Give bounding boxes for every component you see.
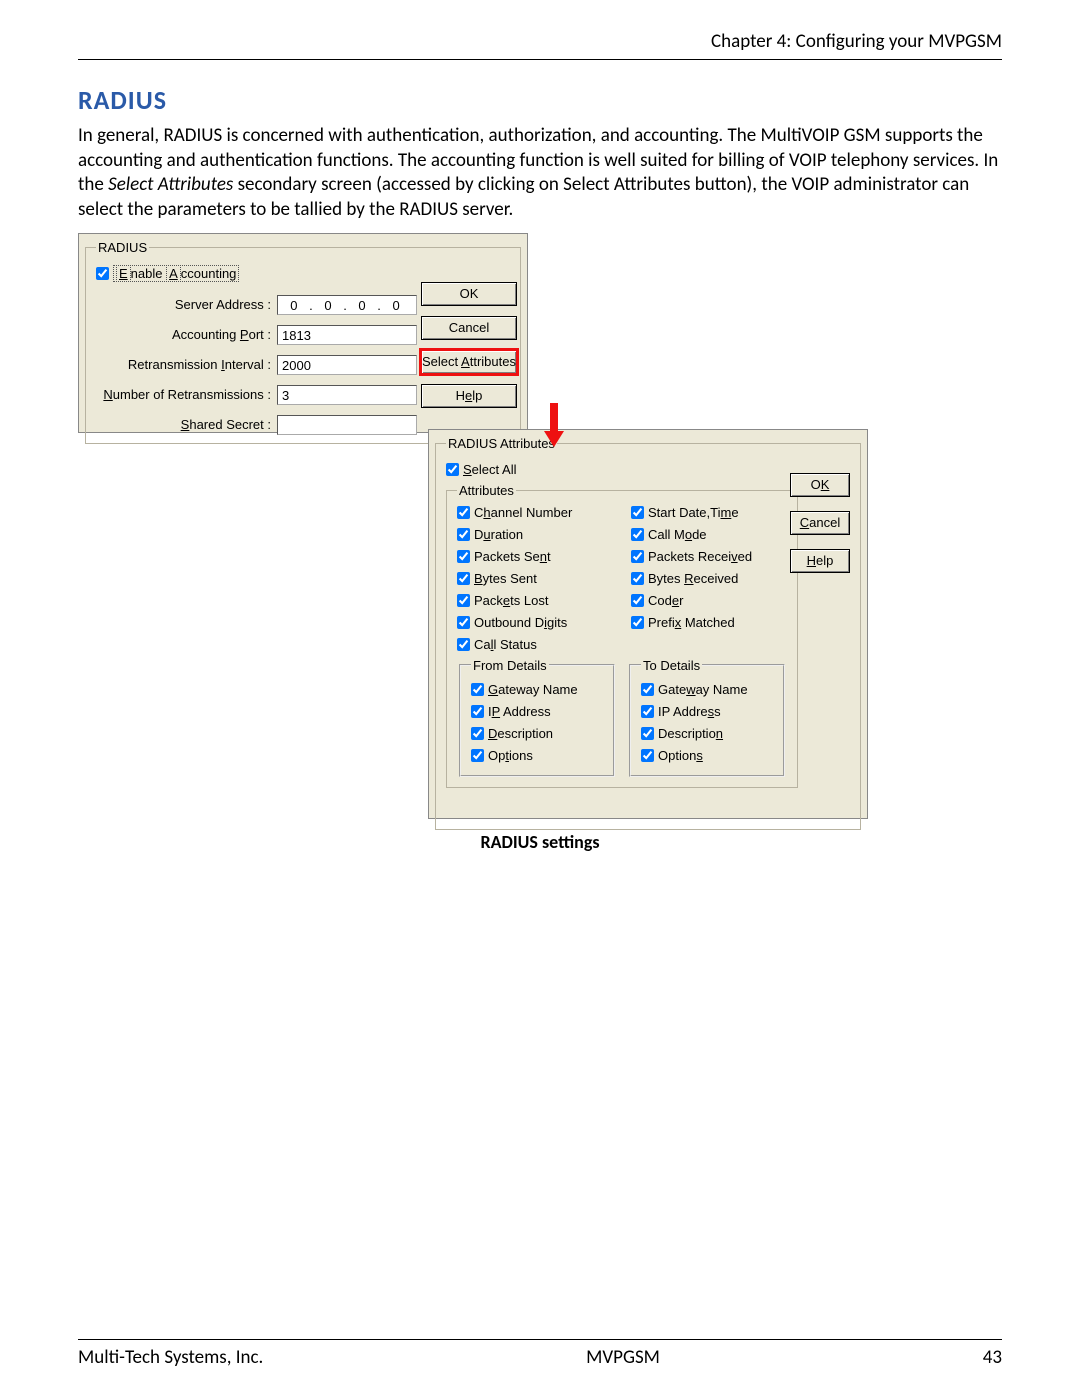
shared-secret-input[interactable] — [277, 415, 417, 435]
from-gateway-name[interactable]: Gateway Name — [471, 679, 603, 701]
from-details-group: From Details Gateway Name IP Address Des… — [459, 658, 615, 777]
chk-prefix-matched[interactable]: Prefix Matched — [631, 612, 787, 634]
cancel-button[interactable]: Cancel — [421, 316, 517, 340]
retrans-interval-label: Retransmission Interval : — [96, 357, 277, 372]
radius-legend: RADIUS — [96, 240, 149, 255]
chk-packets-received[interactable]: Packets Received — [631, 546, 787, 568]
chk-packets-sent[interactable]: Packets Sent — [457, 546, 613, 568]
red-arrow-icon — [544, 403, 564, 449]
figure-caption: RADIUS settings — [78, 831, 1002, 853]
select-all-input[interactable] — [446, 463, 459, 476]
attributes-right-col: Start Date,Time Call Mode Packets Receiv… — [631, 502, 787, 656]
to-details-legend: To Details — [641, 658, 702, 673]
attributes-panel-legend: RADIUS Attributes — [446, 436, 557, 451]
attributes-left-col: Channel Number Duration Packets Sent Byt… — [457, 502, 613, 656]
attr-ok-button[interactable]: OK — [790, 473, 850, 497]
screenshots-area: RADIUS Enable Accounting Server Address … — [78, 233, 1002, 823]
to-gateway-name[interactable]: Gateway Name — [641, 679, 773, 701]
chk-bytes-sent[interactable]: Bytes Sent — [457, 568, 613, 590]
page-footer: Multi-Tech Systems, Inc. MVPGSM 43 — [78, 1339, 1002, 1369]
radius-button-column: OK Cancel Select Attributes Help — [421, 282, 517, 418]
attributes-button-column: OK Cancel Help — [790, 473, 850, 587]
chk-channel-number[interactable]: Channel Number — [457, 502, 613, 524]
chk-start-date-time[interactable]: Start Date,Time — [631, 502, 787, 524]
para-italic: Select Attributes — [108, 173, 233, 196]
radius-attributes-panel: RADIUS Attributes Select All Attributes … — [428, 429, 868, 819]
retrans-interval-input[interactable]: 2000 — [277, 355, 417, 375]
top-rule — [78, 59, 1002, 60]
chapter-heading: Chapter 4: Configuring your MVPGSM — [78, 30, 1002, 53]
chk-bytes-received[interactable]: Bytes Received — [631, 568, 787, 590]
from-options[interactable]: Options — [471, 745, 603, 767]
intro-paragraph: In general, RADIUS is concerned with aut… — [78, 124, 1002, 223]
footer-right: 43 — [983, 1346, 1002, 1369]
from-description[interactable]: Description — [471, 723, 603, 745]
enable-accounting-input[interactable] — [96, 267, 109, 280]
attr-help-button[interactable]: Help — [790, 549, 850, 573]
to-description[interactable]: Description — [641, 723, 773, 745]
section-title: RADIUS — [78, 84, 1002, 116]
from-ip-address[interactable]: IP Address — [471, 701, 603, 723]
ok-button[interactable]: OK — [421, 282, 517, 306]
to-ip-address[interactable]: IP Address — [641, 701, 773, 723]
chk-call-mode[interactable]: Call Mode — [631, 524, 787, 546]
chk-duration[interactable]: Duration — [457, 524, 613, 546]
num-retrans-label: Number of Retransmissions : — [96, 387, 277, 402]
footer-left: Multi-Tech Systems, Inc. — [78, 1346, 263, 1369]
accounting-port-input[interactable]: 1813 — [277, 325, 417, 345]
chk-coder[interactable]: Coder — [631, 590, 787, 612]
to-details-group: To Details Gateway Name IP Address Descr… — [629, 658, 785, 777]
chk-call-status[interactable]: Call Status — [457, 634, 613, 656]
radius-panel: RADIUS Enable Accounting Server Address … — [78, 233, 528, 433]
footer-center: MVPGSM — [586, 1346, 660, 1369]
from-details-legend: From Details — [471, 658, 549, 673]
accounting-port-label: Accounting Port : — [96, 327, 277, 342]
num-retrans-input[interactable]: 3 — [277, 385, 417, 405]
attributes-legend: Attributes — [457, 483, 516, 498]
chk-packets-lost[interactable]: Packets Lost — [457, 590, 613, 612]
attr-cancel-button[interactable]: Cancel — [790, 511, 850, 535]
chk-outbound-digits[interactable]: Outbound Digits — [457, 612, 613, 634]
server-address-input[interactable]: 0 . 0 . 0 . 0 — [277, 295, 417, 315]
to-options[interactable]: Options — [641, 745, 773, 767]
select-attributes-button[interactable]: Select Attributes — [421, 350, 517, 374]
server-address-label: Server Address : — [96, 297, 277, 312]
help-button[interactable]: Help — [421, 384, 517, 408]
shared-secret-label: Shared Secret : — [96, 417, 277, 432]
